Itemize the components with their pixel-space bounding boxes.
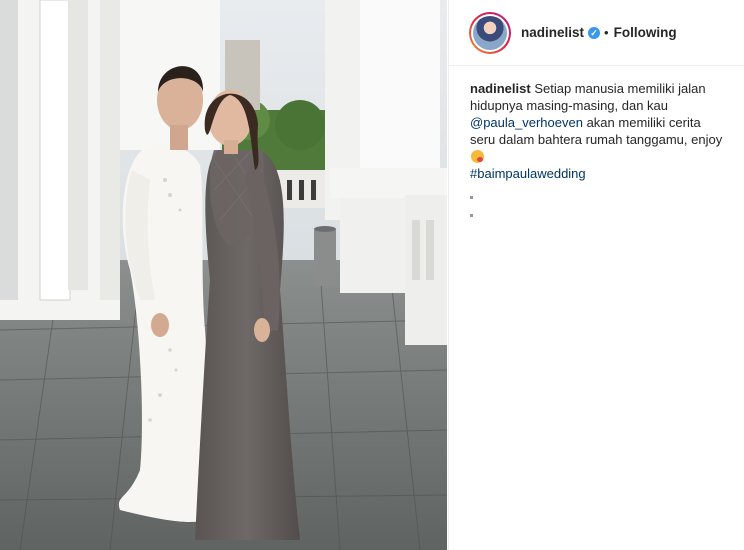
following-button[interactable]: Following [614, 25, 677, 40]
post-sidebar: nadinelist ✓ • Following nadinelist Seti… [448, 0, 744, 550]
avatar[interactable] [469, 11, 511, 54]
avatar-image [473, 15, 507, 50]
header-username[interactable]: nadinelist [521, 25, 584, 40]
photo-illustration [0, 0, 447, 550]
post-photo[interactable] [0, 0, 447, 550]
caption-hashtag[interactable]: #baimpaulawedding [470, 166, 586, 181]
caption-mention[interactable]: @paula_verhoeven [470, 115, 583, 130]
post-header: nadinelist ✓ • Following [449, 0, 744, 66]
kissing-face-emoji-icon [471, 150, 484, 163]
caption-username[interactable]: nadinelist [470, 81, 531, 96]
header-separator: • [604, 25, 609, 40]
more-dots-icon[interactable] [470, 186, 474, 217]
post-caption: nadinelist Setiap manusia memiliki jalan… [449, 66, 744, 182]
verified-badge-icon: ✓ [588, 26, 601, 39]
